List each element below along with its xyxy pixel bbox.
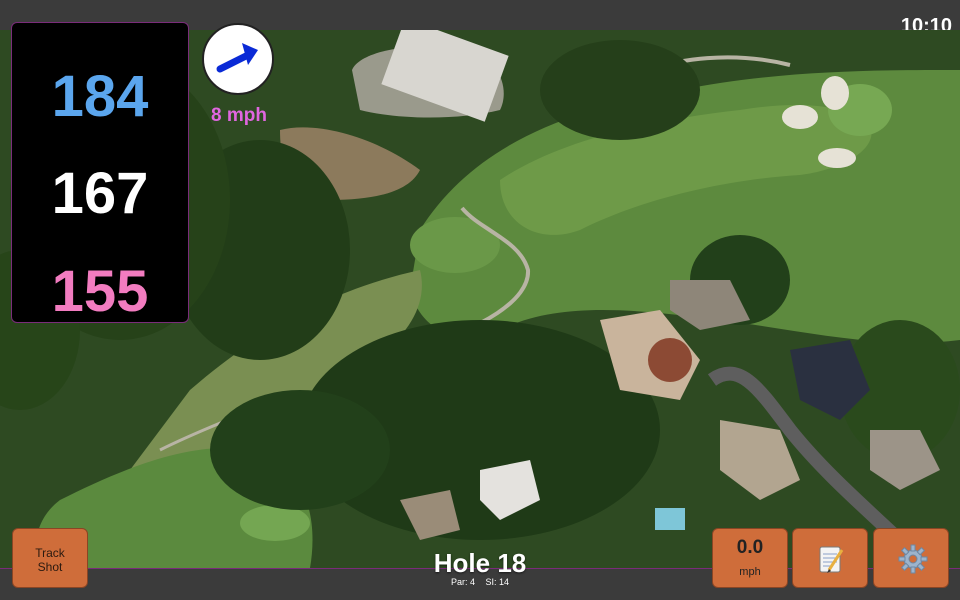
track-shot-button[interactable]: Track Shot — [12, 528, 88, 588]
track-shot-label-line2: Shot — [37, 560, 63, 574]
notepad-icon — [819, 546, 844, 573]
wind-indicator — [202, 23, 274, 95]
speed-button[interactable]: 0.0 mph — [712, 528, 788, 588]
golf-gps-screen: 10:10 184 167 155 8 mph Track Shot Hole … — [0, 0, 960, 600]
speed-unit: mph — [739, 566, 761, 578]
hole-par: Par: 4 — [450, 577, 475, 587]
wind-speed: 8 mph — [211, 105, 267, 126]
distance-panel: 184 167 155 — [11, 22, 189, 324]
back-distance: 184 — [51, 64, 149, 129]
middle-distance: 167 — [51, 161, 149, 226]
settings-button[interactable] — [873, 528, 949, 588]
hole-stroke-index: SI: 14 — [485, 577, 510, 587]
notes-button[interactable] — [792, 528, 868, 588]
front-distance: 155 — [51, 259, 149, 324]
arrow-icon — [216, 43, 258, 73]
speed-value: 0.0 — [736, 537, 764, 558]
gear-icon — [898, 544, 928, 574]
track-shot-label-line1: Track — [35, 546, 65, 560]
hole-info: Par: 4 SI: 14 — [380, 577, 580, 588]
hole-title: Hole 18 — [433, 548, 527, 578]
